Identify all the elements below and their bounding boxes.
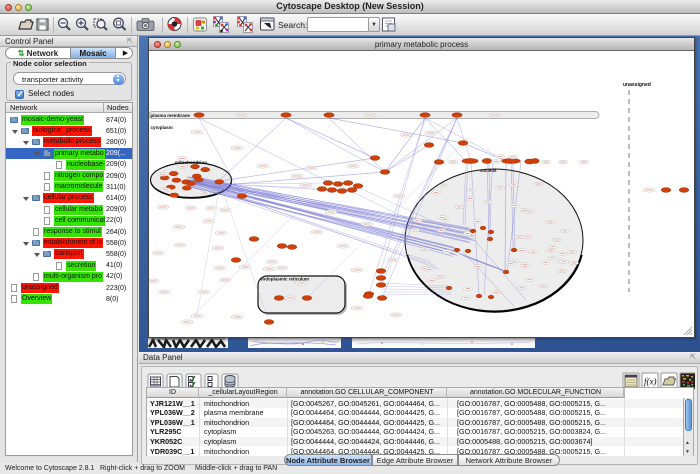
- svg-text:plasma membrane: plasma membrane: [151, 113, 191, 118]
- svg-text:unassigned: unassigned: [623, 82, 651, 88]
- svg-text:cytoplasm: cytoplasm: [151, 125, 173, 130]
- svg-text:nucleus: nucleus: [479, 168, 497, 173]
- svg-text:mitochondrion: mitochondrion: [175, 160, 207, 165]
- svg-text:f(x): f(x): [644, 377, 657, 387]
